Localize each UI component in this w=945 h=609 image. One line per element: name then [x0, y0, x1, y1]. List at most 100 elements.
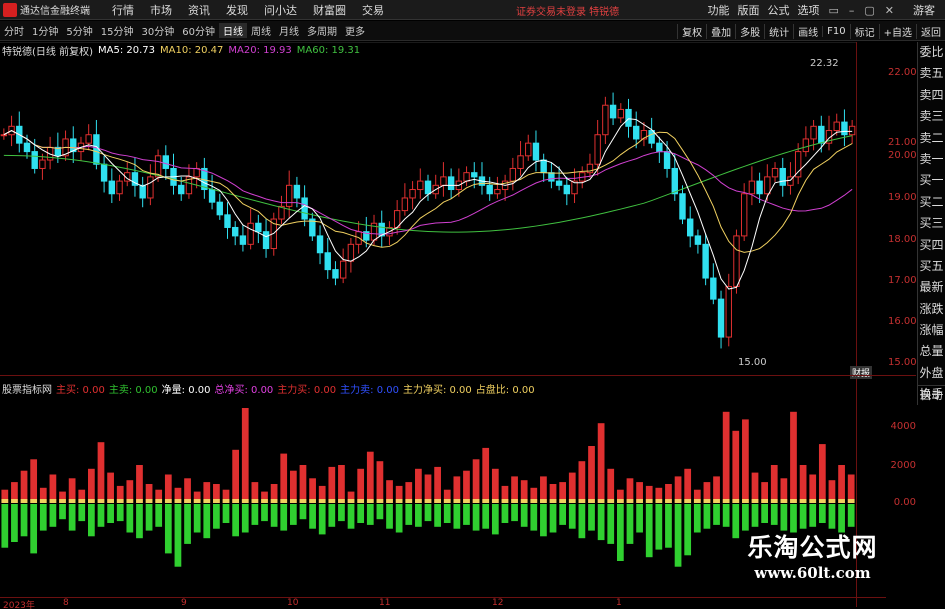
side-item-outer[interactable]: 外盘 — [918, 363, 945, 384]
restore-rights-button[interactable]: 复权 — [677, 23, 706, 39]
period-30min[interactable]: 30分钟 — [137, 23, 178, 38]
period-timeshare[interactable]: 分时 — [0, 23, 28, 38]
sell-bar — [232, 504, 240, 537]
sell-bar — [530, 504, 538, 531]
restore-icon[interactable]: ▭ — [823, 4, 843, 17]
net-bar — [20, 499, 28, 503]
sell-bar — [424, 504, 432, 522]
net-bar — [491, 499, 499, 503]
auto-select-button[interactable]: 自动 — [917, 385, 945, 405]
maximize-icon[interactable]: ▢ — [859, 4, 879, 17]
side-item-buy3[interactable]: 买三 — [918, 213, 945, 234]
menu-formula[interactable]: 公式 — [763, 2, 793, 18]
sell-bar — [318, 504, 326, 535]
candle-body — [771, 167, 779, 178]
net-bar — [607, 499, 615, 503]
candle-body — [779, 167, 786, 186]
net-bar — [530, 499, 538, 503]
side-item-sell4[interactable]: 卖四 — [918, 85, 945, 106]
login-status[interactable]: 证券交易未登录 特锐德 — [516, 3, 619, 18]
side-item-change[interactable]: 涨跌 — [918, 299, 945, 320]
buy-bar — [232, 449, 240, 503]
menu-item-hangqing[interactable]: 行情 — [104, 2, 142, 18]
side-item-sell2[interactable]: 卖二 — [918, 128, 945, 149]
side-item-buy4[interactable]: 买四 — [918, 235, 945, 256]
net-bar — [501, 499, 509, 503]
buy-bar — [742, 419, 749, 503]
candle-body — [702, 243, 709, 279]
watermark-url: www.60lt.com — [754, 564, 871, 582]
candle-body — [609, 104, 617, 119]
menu-options[interactable]: 选项 — [793, 2, 823, 18]
period-daily[interactable]: 日线 — [218, 23, 247, 38]
period-60min[interactable]: 60分钟 — [178, 23, 219, 38]
date-tick: 10 — [287, 598, 299, 608]
buy-bar — [722, 411, 730, 503]
net-bar — [11, 499, 18, 503]
price-tick: 21.00 — [888, 137, 917, 148]
side-item-buy2[interactable]: 买二 — [918, 192, 945, 213]
quote-side-panel: 委比 卖五 卖四 卖三 卖二 卖一 买一 买二 买三 买四 买五 最新 涨跌 涨… — [917, 42, 945, 401]
candlestick-chart[interactable] — [0, 42, 886, 375]
menu-item-discover[interactable]: 发现 — [218, 2, 256, 18]
period-monthly[interactable]: 月线 — [275, 23, 303, 38]
sell-bar — [1, 504, 9, 548]
candle-body — [764, 176, 771, 195]
sell-bar — [847, 504, 855, 527]
side-item-sell3[interactable]: 卖三 — [918, 106, 945, 127]
period-1min[interactable]: 1分钟 — [28, 23, 62, 38]
sell-bar — [270, 504, 278, 527]
period-multi[interactable]: 多周期 — [303, 23, 341, 38]
back-button[interactable]: 返回 — [916, 23, 945, 39]
net-bar — [155, 499, 163, 503]
draw-line-button[interactable]: 画线 — [793, 23, 822, 39]
date-tick: 1 — [616, 598, 622, 608]
sell-bar — [626, 504, 634, 544]
indicator-main-net: 主力净买: 0.00 — [402, 384, 472, 396]
menu-item-news[interactable]: 资讯 — [180, 2, 218, 18]
indicator-name[interactable]: 股票指标网 — [2, 381, 52, 396]
mark-button[interactable]: 标记 — [849, 23, 879, 39]
side-item-sell5[interactable]: 卖五 — [918, 63, 945, 84]
overlay-button[interactable]: 叠加 — [706, 23, 735, 39]
add-watchlist-button[interactable]: +自选 — [878, 23, 916, 39]
menu-item-wealth[interactable]: 财富圈 — [305, 2, 354, 18]
candle-body — [563, 184, 571, 195]
close-icon[interactable]: ✕ — [880, 4, 899, 17]
sell-bar — [511, 504, 518, 522]
side-item-weibi[interactable]: 委比 — [918, 42, 945, 63]
side-item-volume[interactable]: 总量 — [918, 341, 945, 362]
guest-button[interactable]: 游客 — [913, 2, 945, 18]
period-weekly[interactable]: 周线 — [247, 23, 275, 38]
net-bar — [164, 499, 172, 503]
stats-button[interactable]: 统计 — [764, 23, 793, 39]
sell-bar — [155, 504, 163, 527]
period-15min[interactable]: 15分钟 — [97, 23, 138, 38]
side-item-buy5[interactable]: 买五 — [918, 256, 945, 277]
side-item-change-pct[interactable]: 涨幅 — [918, 320, 945, 341]
side-item-buy1[interactable]: 买一 — [918, 170, 945, 191]
multi-stock-button[interactable]: 多股 — [735, 23, 764, 39]
buy-bar — [88, 468, 95, 503]
net-bar — [693, 499, 701, 503]
sell-bar — [463, 504, 470, 525]
candle-body — [401, 197, 409, 212]
menu-function[interactable]: 功能 — [703, 2, 733, 18]
menu-layout[interactable]: 版面 — [733, 2, 763, 18]
minimize-icon[interactable]: – — [844, 4, 860, 17]
sell-bar — [549, 504, 557, 533]
net-bar — [751, 499, 759, 503]
side-item-latest[interactable]: 最新 — [918, 277, 945, 298]
menu-item-trade[interactable]: 交易 — [354, 2, 392, 18]
menu-item-market[interactable]: 市场 — [142, 2, 180, 18]
candle-body — [733, 235, 740, 287]
candle-body — [178, 184, 185, 195]
buy-bar — [482, 447, 490, 503]
period-5min[interactable]: 5分钟 — [62, 23, 96, 38]
sell-bar — [616, 504, 624, 561]
sell-bar — [742, 504, 749, 531]
side-item-sell1[interactable]: 卖一 — [918, 149, 945, 170]
menu-item-ask[interactable]: 问小达 — [256, 2, 305, 18]
f10-button[interactable]: F10 — [822, 25, 849, 37]
period-more[interactable]: 更多 — [341, 23, 369, 38]
